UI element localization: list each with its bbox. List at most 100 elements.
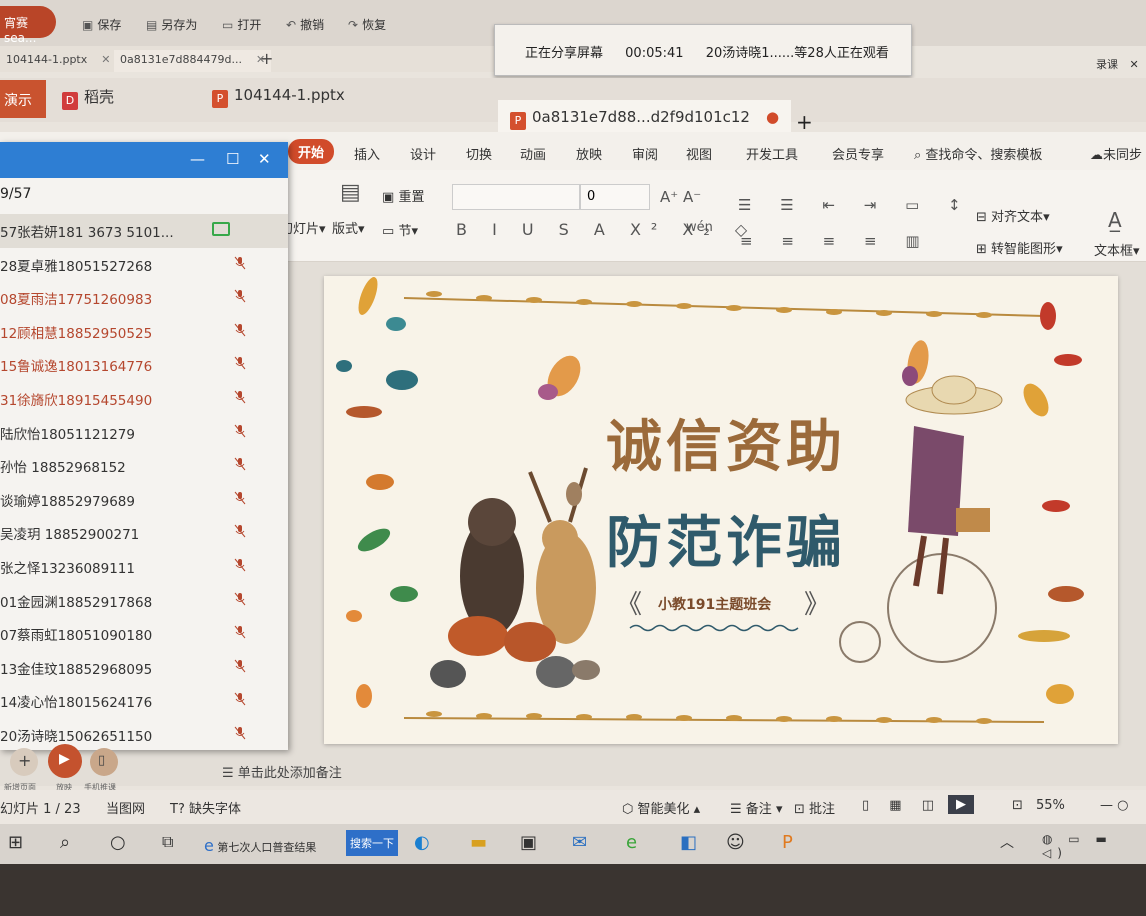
mic-muted-icon[interactable] <box>234 726 246 740</box>
contact-icon[interactable]: ☺ <box>726 832 745 853</box>
tab-design[interactable]: 设计 <box>410 144 436 163</box>
mic-muted-icon[interactable] <box>234 256 246 270</box>
slide-canvas[interactable]: 诚信资助 防范诈骗 《 小教191主题班会 》 <box>324 276 1118 744</box>
redo-button[interactable]: ↷ 恢复 <box>348 16 386 33</box>
save-as-button[interactable]: ▤ 另存为 <box>146 16 197 33</box>
tab-home[interactable]: 开始 <box>288 139 335 164</box>
share-viewers[interactable]: 20汤诗晓1......等28人正在观看 <box>706 46 889 61</box>
paragraph-icons[interactable]: ☰ ☰ ⇤ ⇥ ▭ ↕ <box>738 196 973 214</box>
section-button[interactable]: ▭ 节▾ <box>382 220 418 239</box>
minimize-icon[interactable]: — <box>190 150 205 168</box>
phone-push-button[interactable]: ▯ <box>90 748 118 776</box>
undo-button[interactable]: ↶ 撤销 <box>286 16 324 33</box>
edge-icon[interactable]: ◐ <box>414 832 430 853</box>
attendee-item[interactable]: 08夏雨洁17751260983 <box>0 281 288 315</box>
folder-icon[interactable]: ▬ <box>470 832 487 853</box>
align-text-button[interactable]: ⊟ 对齐文本▾ <box>976 206 1050 225</box>
windows-start-icon[interactable]: ⊞ <box>8 832 23 853</box>
tab-transition[interactable]: 切换 <box>466 144 492 163</box>
smart-art-button[interactable]: ⊞ 转智能图形▾ <box>976 238 1063 257</box>
mic-muted-icon[interactable] <box>234 524 246 538</box>
font-grow-icon[interactable]: A⁺ A⁻ <box>660 188 701 206</box>
search-go-button[interactable]: 搜索一下 <box>346 830 398 856</box>
attendee-item[interactable]: 14凌心怡18015624176 <box>0 684 288 718</box>
command-search[interactable]: ⌕ 查找命令、搜索模板 <box>914 144 1042 163</box>
close-icon[interactable]: ✕ <box>1130 58 1139 71</box>
mic-muted-icon[interactable] <box>234 390 246 404</box>
align-icons[interactable]: ≡ ≡ ≡ ≡ ▥ <box>740 232 932 250</box>
docer-tab[interactable]: D 稻壳 <box>62 86 114 110</box>
mic-muted-icon[interactable] <box>234 289 246 303</box>
app-logo-tab[interactable]: 宵赛sea... <box>0 6 56 45</box>
attendee-item[interactable]: 31徐旖欣18915455490 <box>0 382 288 416</box>
new-tab-button[interactable]: + <box>796 110 813 134</box>
theme-name[interactable]: 当图网 <box>106 798 145 817</box>
record-button[interactable]: 录课 ✕ <box>1096 56 1139 72</box>
mic-muted-icon[interactable] <box>234 625 246 639</box>
mic-muted-icon[interactable] <box>234 491 246 505</box>
ie-search-box[interactable]: e 第七次人口普查结果 <box>204 836 316 855</box>
missing-font-button[interactable]: T? 缺失字体 <box>170 798 241 817</box>
attendee-item[interactable]: 12顾相慧18852950525 <box>0 315 288 349</box>
new-file-tab-button[interactable]: + <box>254 46 279 68</box>
zoom-level[interactable]: 55% <box>1036 798 1065 813</box>
mode-tab[interactable]: 演示 <box>0 80 46 118</box>
attendee-item[interactable]: 吴凌玥 18852900271 <box>0 516 288 550</box>
attendee-item[interactable]: 孙怡 18852968152 <box>0 449 288 483</box>
tray-expand-icon[interactable]: ︿ <box>1000 832 1014 852</box>
attendee-item[interactable]: 57张若妍181 3673 5101... <box>0 214 288 248</box>
attendee-item[interactable]: 28夏卓雅18051527268 <box>0 248 288 282</box>
zoom-slider[interactable]: — ○ <box>1100 798 1128 813</box>
pinyin-icon[interactable]: wén <box>686 220 713 235</box>
doc-tab-1[interactable]: P 104144-1.pptx <box>212 86 345 108</box>
smart-beautify-button[interactable]: ⬡ 智能美化 ▴ <box>622 798 700 817</box>
system-tray-icons[interactable]: ◍ ▭ ▬ ◁) <box>1042 832 1146 860</box>
store-icon[interactable]: ▣ <box>520 832 537 853</box>
mic-muted-icon[interactable] <box>234 457 246 471</box>
cortana-icon[interactable]: ○ <box>110 832 126 853</box>
tab-view[interactable]: 视图 <box>686 144 712 163</box>
open-button[interactable]: ▭ 打开 <box>222 16 261 33</box>
file-tab-2[interactable]: 0a8131e7d884479d... ✕ <box>114 50 272 72</box>
textbox-button[interactable]: 文本框▾ <box>1094 240 1140 259</box>
tab-member[interactable]: 会员专享 <box>832 144 884 163</box>
attendee-item[interactable]: 张之怿13236089111 <box>0 550 288 584</box>
mic-muted-icon[interactable] <box>234 659 246 673</box>
slide-title-line1[interactable]: 诚信资助 <box>606 402 846 483</box>
mic-muted-icon[interactable] <box>234 424 246 438</box>
mic-muted-icon[interactable] <box>234 592 246 606</box>
font-family-select[interactable] <box>452 184 580 210</box>
font-size-select[interactable]: 0 <box>580 184 650 210</box>
mic-muted-icon[interactable] <box>234 323 246 337</box>
tab-animation[interactable]: 动画 <box>520 144 546 163</box>
browser-icon[interactable]: e <box>626 832 637 853</box>
file-tab-1[interactable]: 104144-1.pptx ✕ <box>0 50 116 72</box>
close-icon[interactable]: ✕ <box>258 150 271 168</box>
mic-muted-icon[interactable] <box>234 558 246 572</box>
attendee-item[interactable]: 13金佳玟18852968095 <box>0 651 288 685</box>
add-page-button[interactable]: + <box>10 748 38 776</box>
view-mode-icons[interactable]: ▯ ▦ ◫ <box>862 798 942 813</box>
sync-status[interactable]: ☁未同步 <box>1090 144 1142 163</box>
attendee-item[interactable]: 20汤诗晓15062651150 <box>0 718 288 752</box>
tab-review[interactable]: 审阅 <box>632 144 658 163</box>
mic-muted-icon[interactable] <box>234 356 246 370</box>
tab-insert[interactable]: 插入 <box>354 144 380 163</box>
attendee-item[interactable]: 15鲁诚逸18013164776 <box>0 348 288 382</box>
reset-button[interactable]: ▣ 重置 <box>382 186 424 205</box>
save-button[interactable]: ▣ 保存 <box>82 16 121 33</box>
task-view-icon[interactable]: ⧉ <box>162 832 173 852</box>
slide-subtitle[interactable]: 小教191主题班会 <box>658 594 771 614</box>
comments-button[interactable]: ⊡ 批注 <box>794 798 835 817</box>
screen-share-icon[interactable] <box>212 222 230 236</box>
attendee-item[interactable]: 谈瑜婷18852979689 <box>0 483 288 517</box>
slide-title-line2[interactable]: 防范诈骗 <box>606 498 846 579</box>
layout-button[interactable]: 版式▾ <box>332 218 365 237</box>
tab-slideshow[interactable]: 放映 <box>576 144 602 163</box>
slideshow-play-button[interactable]: ▶ <box>948 795 974 814</box>
play-button[interactable]: ▶ <box>48 744 82 778</box>
attendee-item[interactable]: 01金园渊18852917868 <box>0 584 288 618</box>
maximize-icon[interactable]: ☐ <box>226 150 239 168</box>
notes-toggle[interactable]: ☰ 备注 ▾ <box>730 798 782 817</box>
search-icon[interactable]: ⌕ <box>60 832 70 853</box>
